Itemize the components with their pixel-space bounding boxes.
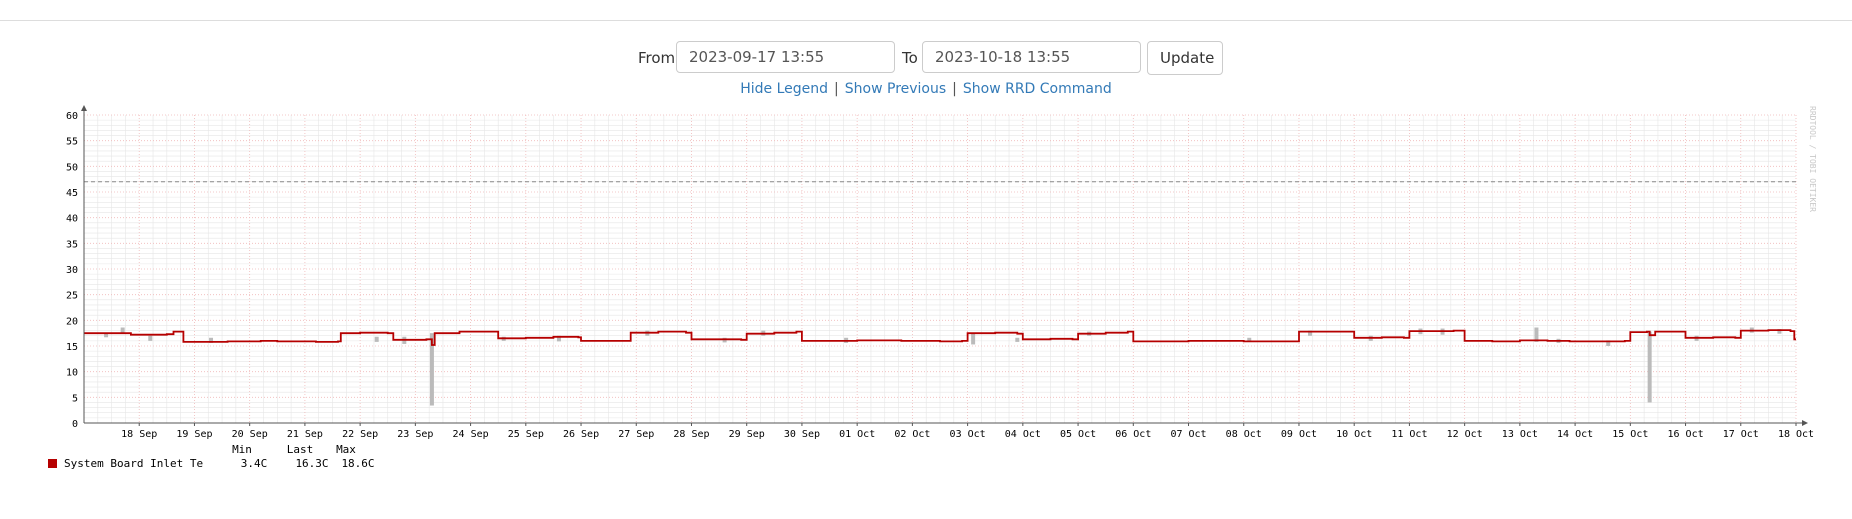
x-tick-label: 08 Oct xyxy=(1226,429,1262,440)
x-tick-label: 27 Sep xyxy=(618,429,654,440)
x-axis-arrow xyxy=(1802,420,1808,426)
x-tick-label: 23 Sep xyxy=(397,429,433,440)
x-tick-label: 28 Sep xyxy=(673,429,709,440)
y-tick-label: 5 xyxy=(72,393,78,404)
from-date-input[interactable] xyxy=(676,41,895,73)
x-tick-label: 29 Sep xyxy=(729,429,765,440)
x-tick-label: 13 Oct xyxy=(1502,429,1538,440)
series-band-mark xyxy=(1247,337,1252,341)
y-tick-label: 25 xyxy=(66,291,78,302)
x-tick-label: 25 Sep xyxy=(508,429,544,440)
legend-value: 18.6C xyxy=(341,457,374,470)
y-tick-label: 30 xyxy=(66,265,78,276)
link-separator: | xyxy=(952,81,957,97)
x-tick-label: 18 Sep xyxy=(121,429,157,440)
x-tick-label: 20 Sep xyxy=(232,429,268,440)
temperature-chart: 0 5 10 15 20 25 30 35 40 45 50 55 60 18 Sep 19 Sep 20 S… xyxy=(48,105,1817,470)
date-range-controls: From To Update xyxy=(0,40,1852,76)
y-tick-label: 35 xyxy=(66,239,78,250)
x-tick-label: 19 Sep xyxy=(176,429,212,440)
x-tick-label: 15 Oct xyxy=(1612,429,1648,440)
x-tick-label: 24 Sep xyxy=(453,429,489,440)
x-tick-label: 26 Sep xyxy=(563,429,599,440)
x-tick-label: 07 Oct xyxy=(1170,429,1206,440)
x-tick-label: 04 Oct xyxy=(1005,429,1041,440)
x-tick-label: 17 Oct xyxy=(1723,429,1759,440)
x-tick-label: 03 Oct xyxy=(950,429,986,440)
to-label: To xyxy=(902,49,918,67)
y-tick-label: 0 xyxy=(72,419,78,430)
series-band-mark xyxy=(1015,337,1020,342)
y-tick-label: 10 xyxy=(66,368,78,379)
legend-column-header: Last xyxy=(287,443,314,456)
legend-value: 16.3C xyxy=(295,457,328,470)
x-tick-label: 30 Sep xyxy=(784,429,820,440)
watermark: RRDTOOL / TOBI OETIKER xyxy=(1808,106,1817,212)
link-separator: | xyxy=(834,81,839,97)
y-tick-label: 45 xyxy=(66,188,78,199)
from-label: From xyxy=(638,49,676,67)
y-tick-label: 55 xyxy=(66,137,78,148)
x-tick-label: 02 Oct xyxy=(894,429,930,440)
show-previous-link[interactable]: Show Previous xyxy=(845,81,946,97)
x-tick-label: 05 Oct xyxy=(1060,429,1096,440)
series-band-mark xyxy=(120,327,125,333)
y-tick-label: 40 xyxy=(66,214,78,225)
legend-column-header: Min xyxy=(232,443,252,456)
legend-swatch xyxy=(48,459,57,468)
series-band-mark xyxy=(148,335,153,341)
x-tick-label: 11 Oct xyxy=(1391,429,1427,440)
x-tick-label: 01 Oct xyxy=(839,429,875,440)
y-tick-label: 15 xyxy=(66,342,78,353)
x-tick-label: 22 Sep xyxy=(342,429,378,440)
y-tick-label: 20 xyxy=(66,316,78,327)
x-tick-label: 09 Oct xyxy=(1281,429,1317,440)
hide-legend-link[interactable]: Hide Legend xyxy=(740,81,828,97)
legend-entry-label: System Board Inlet Te xyxy=(64,457,203,470)
legend-value: 3.4C xyxy=(241,457,268,470)
x-tick-label: 21 Sep xyxy=(287,429,323,440)
legend-column-header: Max xyxy=(336,443,356,456)
graph-links: Hide Legend | Show Previous | Show RRD Comma… xyxy=(0,81,1852,97)
series-band-mark xyxy=(1647,331,1652,403)
x-tick-label: 10 Oct xyxy=(1336,429,1372,440)
x-tick-label: 06 Oct xyxy=(1115,429,1151,440)
top-divider xyxy=(0,20,1852,21)
x-tick-label: 14 Oct xyxy=(1557,429,1593,440)
y-tick-label: 50 xyxy=(66,162,78,173)
x-tick-label: 12 Oct xyxy=(1447,429,1483,440)
series-band-mark xyxy=(971,332,976,345)
y-tick-label: 60 xyxy=(66,111,78,122)
update-button[interactable]: Update xyxy=(1147,41,1223,75)
y-axis-arrow xyxy=(81,105,87,111)
series-band-mark xyxy=(374,336,379,342)
x-tick-label: 18 Oct xyxy=(1778,429,1814,440)
x-tick-label: 16 Oct xyxy=(1667,429,1703,440)
to-date-input[interactable] xyxy=(922,41,1141,73)
show-rrd-command-link[interactable]: Show RRD Command xyxy=(963,81,1112,97)
